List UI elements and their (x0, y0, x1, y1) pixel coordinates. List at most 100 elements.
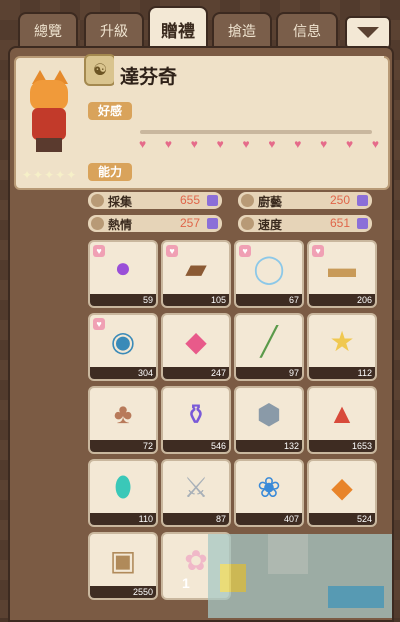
menu-dropdown-button[interactable] (345, 16, 391, 50)
gift-item-clover-coin[interactable]: ♣ 72 (88, 386, 158, 454)
heart-icon: ♥ (294, 137, 302, 151)
star-cloud-icon: ★ (329, 326, 355, 357)
heart-icon: ♥ (346, 137, 354, 151)
item-count: 112 (309, 367, 375, 379)
item-count: 1653 (309, 440, 375, 452)
affection-label: 好感 (88, 102, 133, 120)
character-head (30, 80, 68, 110)
gift-item-teal-gem[interactable]: ⬮ 110 (88, 459, 158, 527)
stat-speed: 速度 651 (238, 215, 372, 232)
magic-staff-icon: ╱ (260, 326, 278, 357)
gem-icon (357, 195, 368, 206)
censor-block (328, 586, 384, 608)
pink-crystal-icon: ◆ (185, 326, 207, 357)
flame-crystal-icon: ◆ (331, 472, 353, 503)
item-count: 546 (163, 440, 229, 452)
censor-block (268, 534, 308, 574)
grapes-icon: ❀ (257, 472, 281, 503)
gather-icon (91, 194, 104, 207)
tab-bar: 總覽 升級 贈禮 搶造 信息 (0, 0, 400, 50)
heart-icon: ♥ (190, 137, 198, 151)
tab-upgrade[interactable]: 升級 (84, 12, 144, 48)
chevron-down-icon (357, 27, 379, 38)
stat-value: 655 (179, 193, 200, 207)
sand-box-icon: ▣ (109, 545, 137, 576)
item-count: 110 (90, 513, 156, 525)
cooking-icon (241, 194, 254, 207)
item-count: 524 (309, 513, 375, 525)
gift-item-star-cloud[interactable]: ★ 112 (307, 313, 377, 381)
clover-coin-icon: ♣ (113, 398, 133, 429)
mushroom-icon: ▲ (328, 398, 356, 429)
item-count: 2550 (90, 586, 156, 598)
favorite-heart-icon: ♥ (239, 245, 251, 257)
gift-item-magic-mirror[interactable]: ◯ ♥ 67 (234, 240, 304, 308)
tab-craft[interactable]: 搶造 (212, 12, 272, 48)
speed-icon (241, 217, 254, 230)
gift-item-silver-badge[interactable]: ⬢ 132 (234, 386, 304, 454)
favorite-heart-icon: ♥ (93, 318, 105, 330)
gift-item-spell-book[interactable]: ▰ ♥ 105 (161, 240, 231, 308)
stat-cooking: 廚藝 250 (238, 192, 372, 209)
heart-icon: ♥ (164, 137, 172, 151)
passion-icon (91, 217, 104, 230)
item-count: 132 (236, 440, 302, 452)
item-count: 67 (236, 294, 302, 306)
partial-count: 1 (182, 575, 190, 591)
gift-item-flame-crystal[interactable]: ◆ 524 (307, 459, 377, 527)
teal-gem-icon: ⬮ (114, 471, 132, 502)
character-stars: ✦✦✦✦✦ (22, 168, 78, 182)
item-count: 72 (90, 440, 156, 452)
character-emblem-icon: ☯ (84, 54, 116, 86)
heart-icon: ♥ (242, 137, 250, 151)
silver-badge-icon: ⬢ (256, 399, 282, 430)
item-count: 247 (163, 367, 229, 379)
gift-item-mushroom[interactable]: ▲ 1653 (307, 386, 377, 454)
item-count: 87 (163, 513, 229, 525)
item-count: 304 (90, 367, 156, 379)
tab-info[interactable]: 信息 (276, 12, 338, 48)
sword-icon: ⚔ (183, 472, 209, 503)
item-count: 407 (236, 513, 302, 525)
gem-icon (207, 195, 218, 206)
potion-icon: ⚱ (184, 399, 208, 430)
favorite-heart-icon: ♥ (166, 245, 178, 257)
stat-label: 廚藝 (258, 195, 283, 209)
gift-item-grapes[interactable]: ❀ 407 (234, 459, 304, 527)
censor-block (220, 564, 246, 592)
tab-overview[interactable]: 總覽 (18, 12, 78, 48)
gift-item-pink-crystal[interactable]: ◆ 247 (161, 313, 231, 381)
censor-overlay (208, 534, 392, 618)
item-count: 105 (163, 294, 229, 306)
stat-gather: 採集 655 (88, 192, 222, 209)
character-name: 達芬奇 (120, 67, 178, 88)
character-body (32, 108, 66, 140)
affection-bar (140, 130, 372, 134)
stat-label: 速度 (258, 218, 283, 232)
gift-item-sword[interactable]: ⚔ 87 (161, 459, 231, 527)
gift-item-yarn-ball[interactable]: ◉ ♥ 304 (88, 313, 158, 381)
affection-hearts: ♥ ♥ ♥ ♥ ♥ ♥ ♥ ♥ ♥ ♥ (139, 138, 379, 150)
item-count: 59 (90, 294, 156, 306)
stat-label: 熱情 (108, 218, 133, 232)
stat-value: 257 (179, 216, 200, 230)
gift-item-potion[interactable]: ⚱ 546 (161, 386, 231, 454)
gift-item-sand-box[interactable]: ▣ 2550 (88, 532, 158, 600)
item-count: 206 (309, 294, 375, 306)
gift-item-crystal-ball[interactable]: ● ♥ 59 (88, 240, 158, 308)
ability-label: 能力 (88, 163, 133, 181)
stat-passion: 熱情 257 (88, 215, 222, 232)
gift-item-magic-staff[interactable]: ╱ 97 (234, 313, 304, 381)
gift-item-scroll[interactable]: ▬ ♥ 206 (307, 240, 377, 308)
favorite-heart-icon: ♥ (93, 245, 105, 257)
character-legs (36, 138, 62, 152)
gem-icon (207, 218, 218, 229)
tab-gift[interactable]: 贈禮 (148, 6, 208, 50)
heart-icon: ♥ (216, 137, 224, 151)
heart-icon: ♥ (139, 137, 147, 151)
stat-label: 採集 (108, 195, 133, 209)
stat-value: 651 (329, 216, 350, 230)
gem-icon (357, 218, 368, 229)
stat-value: 250 (329, 193, 350, 207)
heart-icon: ♥ (320, 137, 328, 151)
